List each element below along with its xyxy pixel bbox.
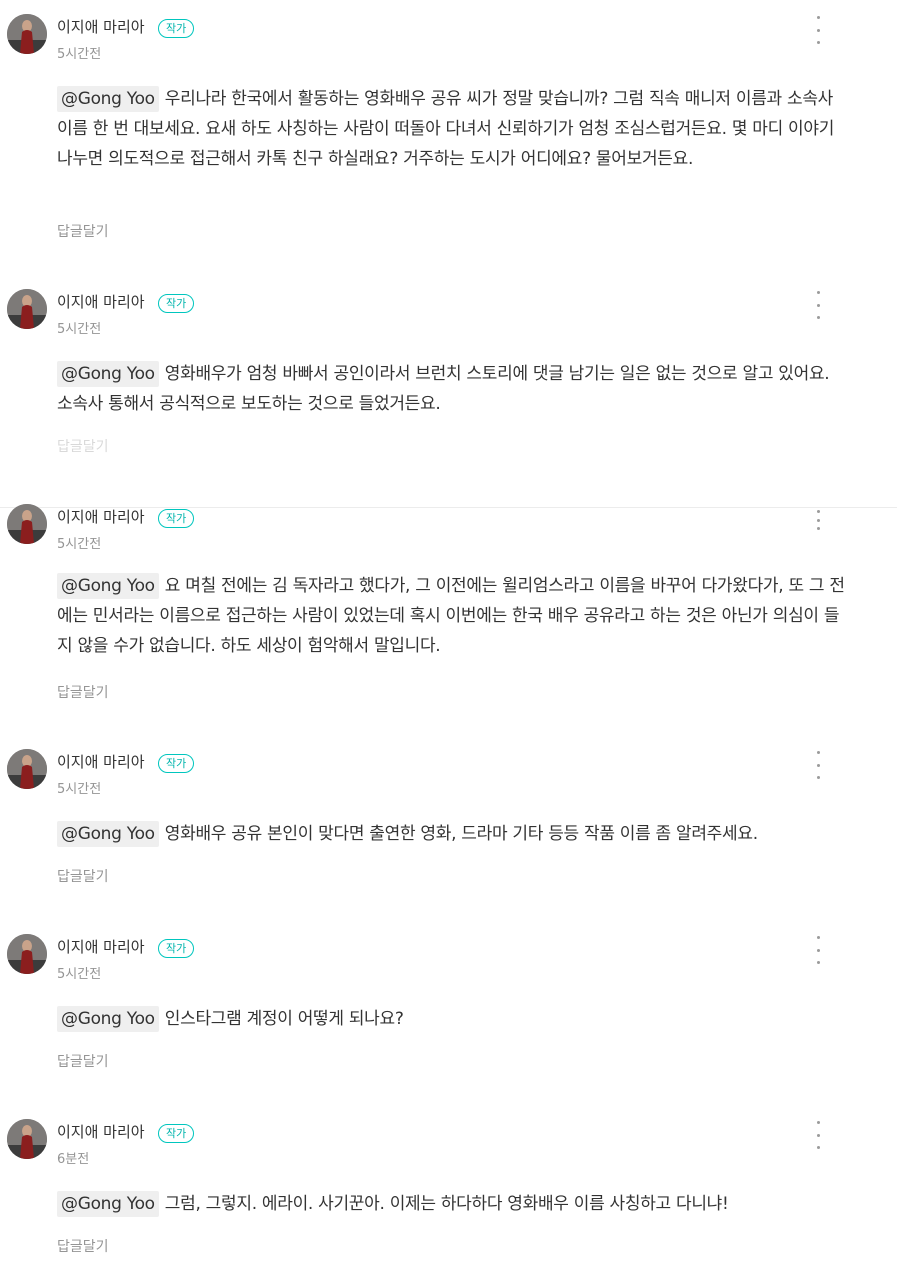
avatar[interactable] [7,14,47,54]
mention-tag[interactable]: @Gong Yoo [57,573,159,599]
comment-text: 인스타그램 계정이 어떻게 되나요? [164,1009,404,1029]
comment-time: 5시간전 [57,322,102,337]
comment-text: 그럼, 그렇지. 에라이. 사기꾼아. 이제는 하다하다 영화배우 이름 사칭하… [164,1194,729,1214]
reply-button[interactable]: 답글달기 [57,1236,109,1256]
avatar[interactable] [7,1119,47,1159]
author-badge: 작가 [158,1124,195,1143]
more-options-icon[interactable] [808,1119,828,1151]
reply-button[interactable]: 답글달기 [57,436,109,456]
reply-button[interactable]: 답글달기 [57,1051,109,1071]
more-options-icon[interactable] [808,14,828,46]
mention-tag[interactable]: @Gong Yoo [57,361,159,387]
comment-text: 우리나라 한국에서 활동하는 영화배우 공유 씨가 정말 맞습니까? 그럼 직속… [57,89,835,169]
comment-time: 5시간전 [57,537,102,552]
avatar[interactable] [7,504,47,544]
author-name[interactable]: 이지애 마리아 [57,291,145,312]
mention-tag[interactable]: @Gong Yoo [57,821,159,847]
comment-time: 5시간전 [57,967,102,982]
avatar[interactable] [7,289,47,329]
mention-tag[interactable]: @Gong Yoo [57,1191,159,1217]
more-options-icon[interactable] [808,749,828,781]
author-badge: 작가 [158,294,195,313]
comment-body: @Gong Yoo 영화배우가 엄청 바빠서 공인이라서 브런치 스토리에 댓글 … [57,359,847,419]
author-name[interactable]: 이지애 마리아 [57,751,145,772]
comment-body: @Gong Yoo 우리나라 한국에서 활동하는 영화배우 공유 씨가 정말 맞습… [57,84,847,174]
comment-body: @Gong Yoo 그럼, 그렇지. 에라이. 사기꾼아. 이제는 하다하다 영화… [57,1189,847,1219]
reply-button[interactable]: 답글달기 [57,221,109,241]
author-badge: 작가 [158,509,195,528]
mention-tag[interactable]: @Gong Yoo [57,86,159,112]
reply-button[interactable]: 답글달기 [57,866,109,886]
author-badge: 작가 [158,939,195,958]
author-name[interactable]: 이지애 마리아 [57,506,145,527]
comment-text: 영화배우가 엄청 바빠서 공인이라서 브런치 스토리에 댓글 남기는 일은 없는… [57,364,830,414]
comment-text: 영화배우 공유 본인이 맞다면 출연한 영화, 드라마 기타 등등 작품 이름 … [164,824,758,844]
comment-time: 6분전 [57,1152,90,1167]
comment-text: 요 며칠 전에는 김 독자라고 했다가, 그 이전에는 윌리엄스라고 이름을 바… [57,576,845,656]
author-name[interactable]: 이지애 마리아 [57,1121,145,1142]
comment-body: @Gong Yoo 영화배우 공유 본인이 맞다면 출연한 영화, 드라마 기타 … [57,819,847,849]
author-name[interactable]: 이지애 마리아 [57,16,145,37]
avatar[interactable] [7,749,47,789]
reply-button[interactable]: 답글달기 [57,682,109,702]
comment-body: @Gong Yoo 인스타그램 계정이 어떻게 되나요? [57,1004,847,1034]
avatar[interactable] [7,934,47,974]
author-name[interactable]: 이지애 마리아 [57,936,145,957]
more-options-icon[interactable] [808,508,828,532]
author-badge: 작가 [158,19,195,38]
mention-tag[interactable]: @Gong Yoo [57,1006,159,1032]
more-options-icon[interactable] [808,934,828,966]
comment-time: 5시간전 [57,47,102,62]
comment-time: 5시간전 [57,782,102,797]
more-options-icon[interactable] [808,289,828,321]
author-badge: 작가 [158,754,195,773]
comment-body: @Gong Yoo 요 며칠 전에는 김 독자라고 했다가, 그 이전에는 윌리엄… [57,571,847,661]
